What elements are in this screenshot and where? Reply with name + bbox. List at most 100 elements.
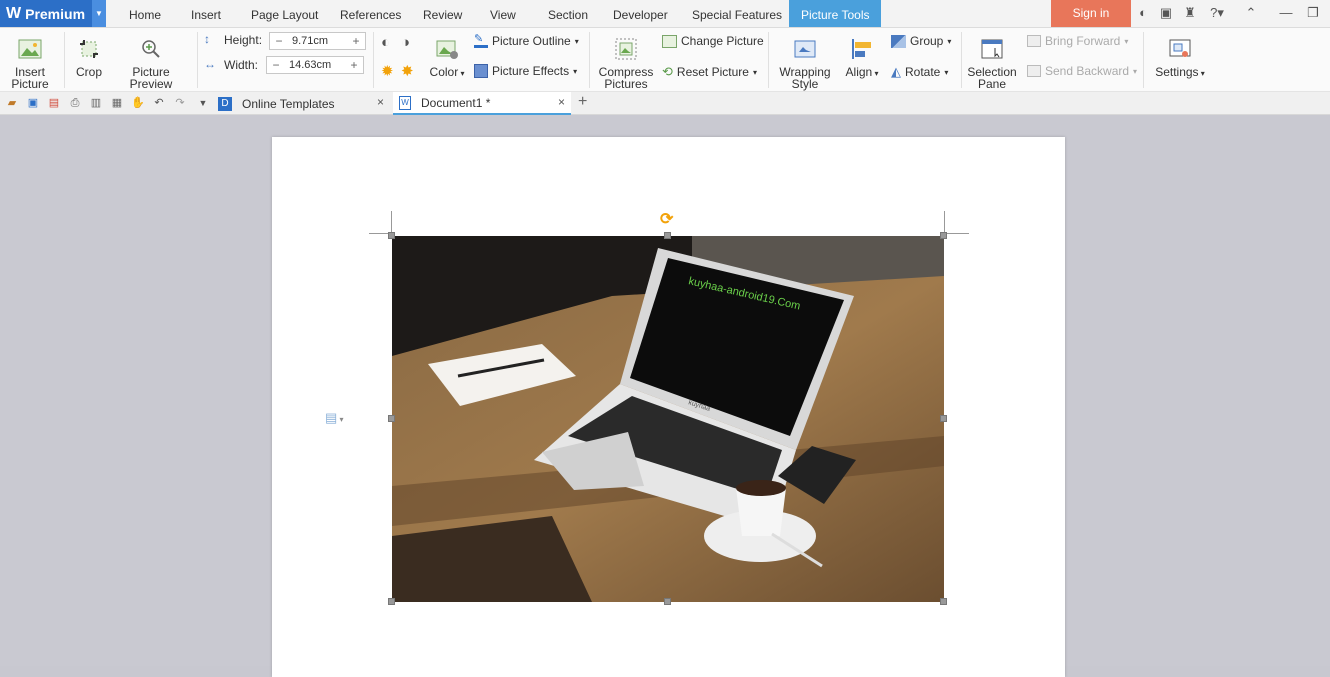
bring-forward-button[interactable]: Bring Forward ▾ [1027,34,1128,48]
ribbon-divider [373,32,374,88]
export-pdf-icon[interactable]: ▤ [47,96,61,110]
resize-handle-top[interactable] [664,232,671,239]
resize-handle-bottom-right[interactable] [940,598,947,605]
ribbon-divider [1143,32,1144,88]
tab-review[interactable]: Review [423,0,462,28]
close-icon[interactable]: × [558,95,565,109]
help-icon[interactable]: ?▾ [1206,5,1228,21]
close-icon[interactable]: × [377,95,384,109]
plus-icon[interactable]: + [345,58,363,72]
height-label: Height: [224,33,263,47]
compress-pictures-button[interactable]: Compress Pictures [598,36,654,90]
align-icon [852,39,871,59]
ribbon-divider [64,32,65,88]
tab-online-templates[interactable]: D Online Templates × [214,92,390,115]
rotate-handle-icon[interactable]: ⟳ [660,209,673,229]
resize-handle-bottom-left[interactable] [388,598,395,605]
settings-label: Settings [1155,65,1199,79]
align-button[interactable]: Align ▾ [840,36,884,80]
picture-icon [18,39,42,59]
tab-document1[interactable]: W Document1 * × [393,92,571,115]
resize-handle-right[interactable] [940,415,947,422]
contrast-down-icon[interactable]: ◑ [401,34,410,51]
wrapping-icon [794,40,816,58]
chevron-down-icon: ▾ [752,67,757,77]
new-tab-plus-icon[interactable]: + [578,93,587,111]
menu-bar: W Premium ▼ Home Insert Page Layout Refe… [0,0,1330,28]
crop-mark [945,233,969,234]
group-label: Group [910,34,944,48]
resize-handle-top-left[interactable] [388,232,395,239]
reset-picture-label: Reset Picture [676,65,749,79]
width-stepper[interactable]: − 14.63cm + [266,56,364,74]
save-icon[interactable]: ▣ [26,96,40,110]
ribbon-divider [961,32,962,88]
resize-handle-bottom[interactable] [664,598,671,605]
rotate-button[interactable]: ◭ Rotate ▾ [891,64,948,80]
selection-pane-button[interactable]: Selection Pane [966,36,1018,90]
change-picture-button[interactable]: Change Picture [662,34,764,48]
brightness-down-icon[interactable]: ✸ [401,62,414,80]
quick-access-bar: ▰ ▣ ▤ ⎙ ▥ ▦ ✋ ↶ ↷ ▼ D Online Templates ×… [0,92,1330,115]
tab-picture-tools[interactable]: Picture Tools [789,0,882,27]
wrapping-style-label: Wrapping Style [779,65,831,91]
plus-icon[interactable]: + [347,34,365,48]
bring-forward-label: Bring Forward [1045,34,1121,48]
format-painter-icon[interactable]: ✋ [131,96,145,110]
brightness-up-icon[interactable]: ✹ [381,62,394,80]
chevron-down-icon: ▾ [573,66,578,76]
chevron-down-icon: ▾ [1198,69,1205,78]
resize-handle-left[interactable] [388,415,395,422]
print-icon[interactable]: ⎙ [68,96,82,110]
crop-button[interactable]: Crop [72,36,106,78]
minimize-icon[interactable]: — [1278,5,1294,21]
spell-check-icon[interactable]: ▦ [110,96,124,110]
reset-picture-button[interactable]: ⟲ Reset Picture ▾ [662,64,757,80]
undo-icon[interactable]: ↶ [152,96,166,110]
crop-mark [944,211,945,233]
picture-outline-button[interactable]: ✎ Picture Outline ▾ [474,34,579,48]
picture-effects-button[interactable]: Picture Effects ▾ [474,64,577,78]
customize-chevron-down-icon[interactable]: ▼ [196,96,210,110]
group-button[interactable]: Group ▾ [891,34,951,48]
chevron-down-icon: ▾ [872,69,879,78]
tab-section[interactable]: Section [548,0,588,28]
tab-special-features[interactable]: Special Features [692,0,782,28]
sign-in-button[interactable]: Sign in [1051,0,1131,27]
send-backward-button[interactable]: Send Backward ▾ [1027,64,1137,78]
tab-page-layout[interactable]: Page Layout [251,0,318,28]
picture-preview-button[interactable]: Picture Preview [110,36,192,90]
minus-icon[interactable]: − [270,34,288,48]
align-label: Align [845,65,873,79]
settings-button[interactable]: Settings ▾ [1152,36,1208,80]
color-button[interactable]: Color ▾ [427,36,467,80]
selected-picture[interactable]: kuyhaa-android19.Com kuyhaa [392,236,944,602]
change-picture-label: Change Picture [681,34,764,48]
tab-references[interactable]: References [340,0,401,28]
contrast-up-icon[interactable]: ◐ [381,34,390,51]
paste-options-icon[interactable]: ▤ ▾ [325,410,344,426]
restore-icon[interactable]: ❐ [1305,5,1321,21]
open-folder-icon[interactable]: ▰ [5,96,19,110]
chevron-down-icon[interactable]: ▼ [92,0,106,27]
tab-home[interactable]: Home [129,0,161,28]
settings-icon [1169,39,1191,57]
shirt-icon[interactable]: ♜ [1182,5,1198,21]
print-preview-icon[interactable]: ▥ [89,96,103,110]
chevron-down-icon: ▾ [1124,36,1129,46]
template-icon[interactable]: ▣ [1158,5,1174,21]
collapse-ribbon-icon[interactable]: ⌃ [1243,5,1259,21]
app-menu-button[interactable]: W Premium ▼ [0,0,106,27]
skin-icon[interactable]: ◐ [1135,5,1151,21]
redo-icon[interactable]: ↷ [173,96,187,110]
tab-view[interactable]: View [490,0,516,28]
height-value[interactable]: 9.71cm [288,35,347,47]
height-stepper[interactable]: − 9.71cm + [269,32,366,50]
width-value[interactable]: 14.63cm [285,59,345,71]
chevron-down-icon: ▾ [944,67,949,77]
resize-handle-top-right[interactable] [940,232,947,239]
minus-icon[interactable]: − [267,58,285,72]
tab-insert[interactable]: Insert [191,0,221,28]
chevron-down-icon: ▾ [458,69,465,78]
tab-developer[interactable]: Developer [613,0,668,28]
